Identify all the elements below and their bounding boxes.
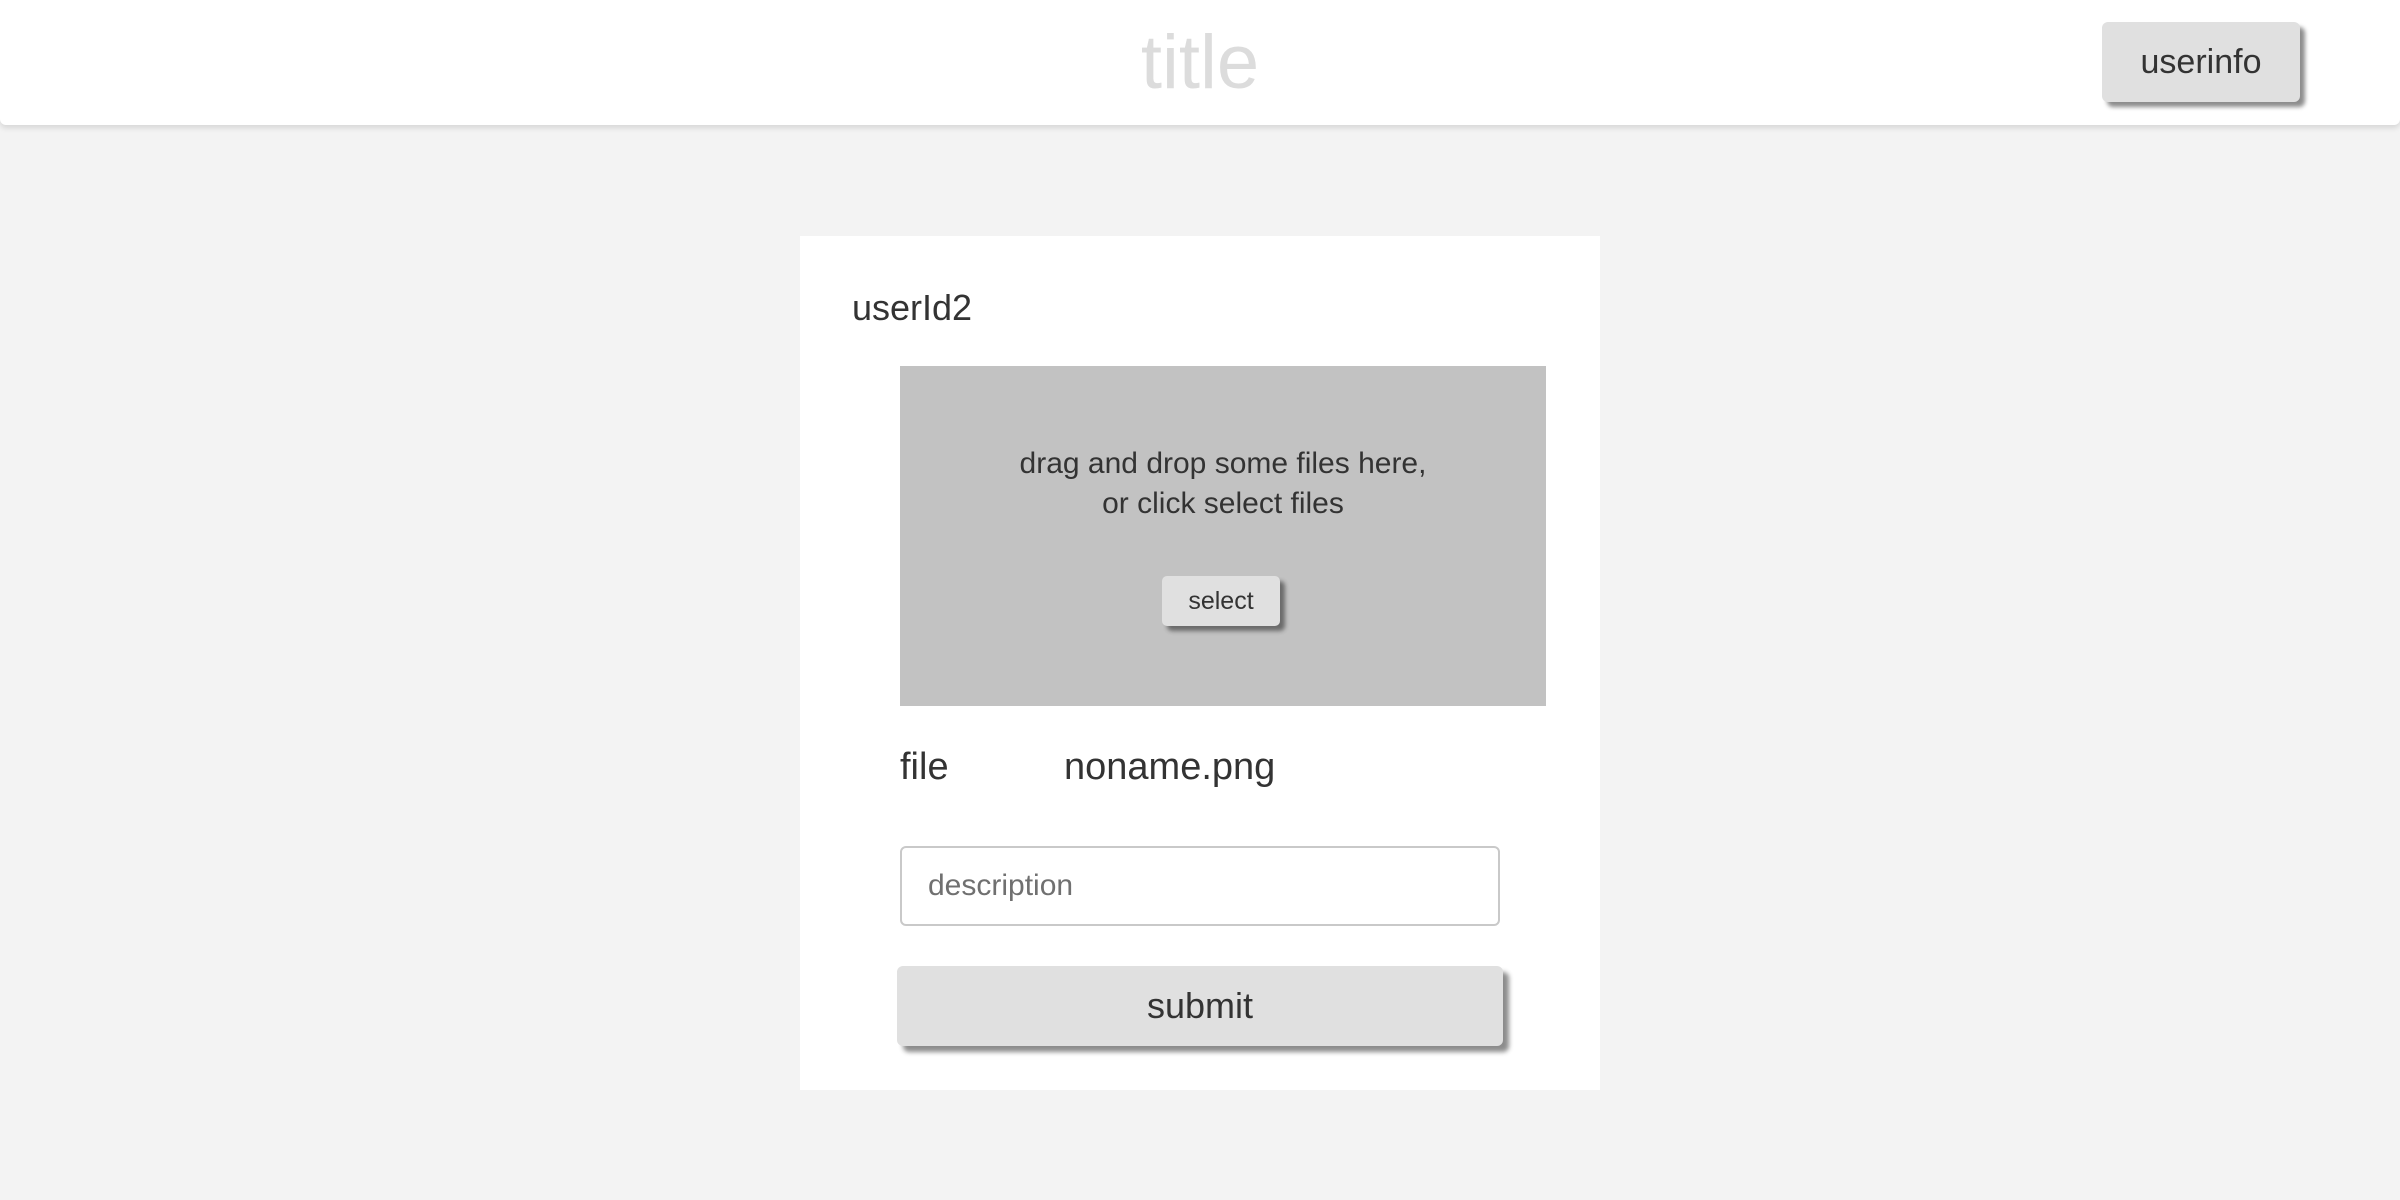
app-header: title userinfo — [0, 0, 2400, 125]
user-id-label: userId2 — [852, 287, 973, 328]
upload-card: userId2 drag and drop some files here, o… — [800, 236, 1600, 1090]
submit-button[interactable]: submit — [897, 966, 1503, 1046]
dropzone-instructions: drag and drop some files here, or click … — [900, 444, 1546, 524]
userinfo-button[interactable]: userinfo — [2102, 22, 2300, 102]
file-name: noname.png — [1064, 746, 1276, 788]
select-files-button[interactable]: select — [1162, 576, 1280, 626]
description-input[interactable] — [900, 846, 1500, 926]
dropzone-text-line-1: drag and drop some files here, — [1019, 447, 1427, 480]
app-title: title — [1140, 20, 1260, 105]
dropzone-text-line-2: or click select files — [1102, 487, 1344, 520]
file-dropzone[interactable]: drag and drop some files here, or click … — [900, 366, 1546, 706]
file-label: file — [900, 746, 949, 788]
